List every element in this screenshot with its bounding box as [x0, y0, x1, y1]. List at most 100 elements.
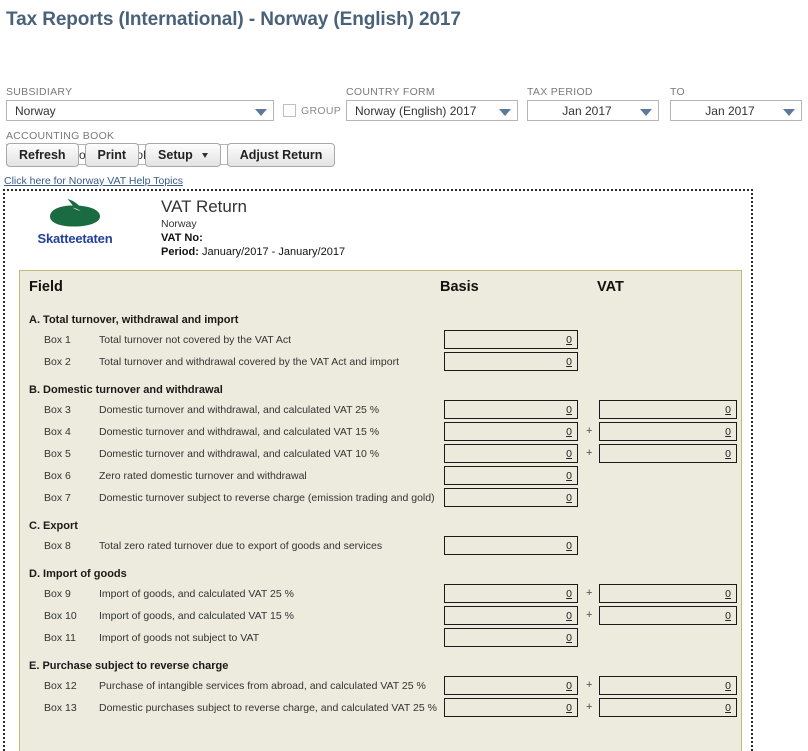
basis-input[interactable]: 0: [444, 422, 578, 441]
row-box-number: Box 12: [44, 680, 77, 692]
vat-value: 0: [725, 679, 731, 692]
row-description: Import of goods, and calculated VAT 25 %: [99, 588, 294, 600]
vat-return-table: Field Basis VAT A. Total turnover, withd…: [19, 270, 742, 751]
plus-operator-icon: +: [586, 609, 593, 621]
section-title: A. Total turnover, withdrawal and import: [29, 314, 239, 326]
report-title-block: VAT Return Norway VAT No: Period: Januar…: [161, 197, 345, 259]
section-title: C. Export: [29, 520, 78, 532]
row-box-number: Box 4: [44, 426, 71, 438]
vat-input[interactable]: 0: [599, 606, 737, 625]
group-checkbox[interactable]: [283, 104, 296, 117]
refresh-button[interactable]: Refresh: [6, 143, 79, 167]
plus-operator-icon: +: [586, 701, 593, 713]
chevron-down-icon: [640, 108, 652, 116]
row-description: Domestic turnover and withdrawal, and ca…: [99, 448, 380, 460]
country-form-select[interactable]: Norway (English) 2017: [346, 100, 518, 121]
table-section: B. Domestic turnover and withdrawal Box 3…: [20, 384, 741, 510]
subsidiary-select[interactable]: Norway: [6, 100, 274, 121]
period-row: Period: January/2017 - January/2017: [161, 245, 345, 259]
row-description: Purchase of intangible services from abr…: [99, 680, 426, 692]
vat-input[interactable]: 0: [599, 444, 737, 463]
chevron-down-icon: [255, 108, 267, 116]
period-label: Period:: [161, 246, 199, 258]
table-row: Box 5 Domestic turnover and withdrawal, a…: [20, 444, 741, 466]
table-row: Box 11 Import of goods not subject to VAT…: [20, 628, 741, 650]
table-row: Box 12 Purchase of intangible services fr…: [20, 676, 741, 698]
basis-input[interactable]: 0: [444, 466, 578, 485]
row-box-number: Box 7: [44, 492, 71, 504]
basis-input[interactable]: 0: [444, 536, 578, 555]
vat-input[interactable]: 0: [599, 676, 737, 695]
subsidiary-label: SUBSIDIARY: [6, 86, 73, 98]
period-value: January/2017 - January/2017: [201, 246, 346, 258]
to-select[interactable]: Jan 2017: [670, 100, 802, 121]
vat-input[interactable]: 0: [599, 400, 737, 419]
to-value: Jan 2017: [705, 103, 755, 118]
table-section: A. Total turnover, withdrawal and import…: [20, 314, 741, 374]
basis-value: 0: [566, 587, 572, 600]
basis-value: 0: [566, 469, 572, 482]
table-row: Box 6 Zero rated domestic turnover and wi…: [20, 466, 741, 488]
table-row: Box 10 Import of goods, and calculated VA…: [20, 606, 741, 628]
tax-period-field: TAX PERIOD Jan 2017: [527, 86, 659, 121]
report-container: Skatteetaten VAT Return Norway VAT No: P…: [3, 189, 753, 751]
basis-input[interactable]: 0: [444, 628, 578, 647]
row-description: Domestic turnover and withdrawal, and ca…: [99, 426, 380, 438]
basis-input[interactable]: 0: [444, 606, 578, 625]
basis-input[interactable]: 0: [444, 444, 578, 463]
plus-operator-icon: +: [586, 425, 593, 437]
filter-bar: SUBSIDIARY Norway GROUP COUNTRY FORM Nor…: [0, 31, 808, 165]
row-description: Total zero rated turnover due to export …: [99, 540, 383, 552]
toolbar: Refresh Print Setup Adjust Return: [6, 143, 336, 167]
plus-operator-icon: +: [586, 679, 593, 691]
basis-input[interactable]: 0: [444, 400, 578, 419]
vat-input[interactable]: 0: [599, 584, 737, 603]
plus-operator-icon: +: [586, 447, 593, 459]
chevron-down-icon[interactable]: [201, 152, 208, 158]
tax-period-select[interactable]: Jan 2017: [527, 100, 659, 121]
basis-value: 0: [566, 609, 572, 622]
basis-input[interactable]: 0: [444, 698, 578, 717]
subsidiary-field: SUBSIDIARY Norway: [6, 86, 274, 121]
row-description: Domestic turnover subject to reverse cha…: [99, 492, 435, 504]
basis-input[interactable]: 0: [444, 488, 578, 507]
skatteetaten-logo-text: Skatteetaten: [37, 231, 113, 246]
setup-button[interactable]: Setup: [145, 143, 221, 167]
help-topics-link[interactable]: Click here for Norway VAT Help Topics: [4, 175, 183, 187]
report-title: VAT Return: [161, 197, 247, 216]
basis-input[interactable]: 0: [444, 352, 578, 371]
column-header-basis: Basis: [440, 279, 479, 295]
basis-value: 0: [566, 355, 572, 368]
basis-value: 0: [566, 403, 572, 416]
report-subtitle: Norway: [161, 218, 197, 230]
vat-value: 0: [725, 609, 731, 622]
row-box-number: Box 10: [44, 610, 77, 622]
group-checkbox-wrapper[interactable]: GROUP: [283, 104, 341, 117]
basis-value: 0: [566, 701, 572, 714]
country-form-field: COUNTRY FORM Norway (English) 2017: [346, 86, 518, 121]
vat-value: 0: [725, 587, 731, 600]
table-row: Box 3 Domestic turnover and withdrawal, a…: [20, 400, 741, 422]
table-body: A. Total turnover, withdrawal and import…: [20, 314, 741, 720]
row-description: Total turnover and withdrawal covered by…: [99, 356, 399, 368]
section-title: E. Purchase subject to reverse charge: [29, 660, 229, 672]
basis-value: 0: [566, 447, 572, 460]
vat-input[interactable]: 0: [599, 698, 737, 717]
vat-no-label: VAT No:: [161, 232, 203, 244]
print-button[interactable]: Print: [84, 143, 140, 167]
basis-input[interactable]: 0: [444, 330, 578, 349]
table-row: Box 13 Domestic purchases subject to reve…: [20, 698, 741, 720]
vat-input[interactable]: 0: [599, 422, 737, 441]
country-form-label: COUNTRY FORM: [346, 86, 435, 98]
vat-value: 0: [725, 403, 731, 416]
adjust-return-button[interactable]: Adjust Return: [226, 143, 336, 167]
table-row: Box 1 Total turnover not covered by the V…: [20, 330, 741, 352]
plus-operator-icon: +: [586, 587, 593, 599]
basis-input[interactable]: 0: [444, 584, 578, 603]
skatteetaten-logo: Skatteetaten: [14, 198, 136, 246]
basis-value: 0: [566, 539, 572, 552]
row-description: Domestic turnover and withdrawal, and ca…: [99, 404, 380, 416]
row-box-number: Box 11: [44, 632, 76, 644]
basis-input[interactable]: 0: [444, 676, 578, 695]
accounting-book-label: ACCOUNTING BOOK: [6, 130, 115, 142]
